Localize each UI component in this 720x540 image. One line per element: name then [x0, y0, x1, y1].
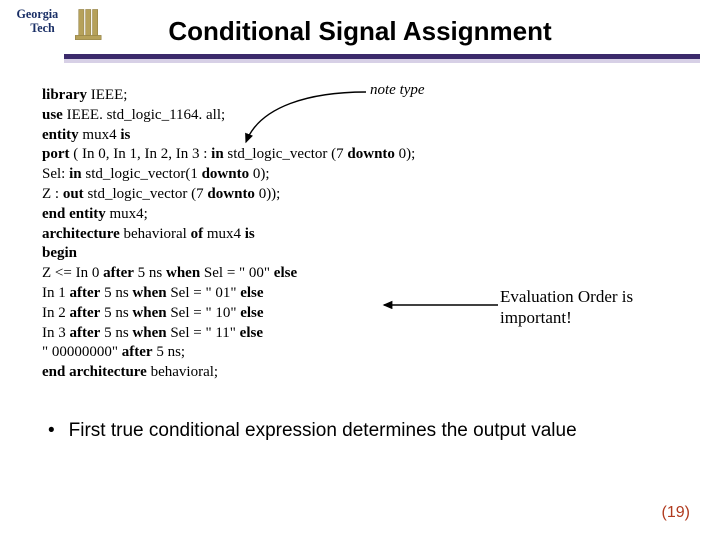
slide: { "logo": { "line1": "Georgia", "line2":… — [0, 0, 720, 540]
code-line: Sel: in std_logic_vector(1 downto 0); — [42, 165, 682, 185]
code-line: end architecture behavioral; — [42, 363, 682, 383]
code-line: library IEEE; — [42, 86, 682, 106]
code-line: begin — [42, 244, 682, 264]
bullet-dot: • — [48, 420, 55, 443]
code-line: Z <= In 0 after 5 ns when Sel = " 00" el… — [42, 264, 682, 284]
code-line: use IEEE. std_logic_1164. all; — [42, 106, 682, 126]
code-line: port ( In 0, In 1, In 2, In 3 : in std_l… — [42, 145, 682, 165]
code-line: architecture behavioral of mux4 is — [42, 225, 682, 245]
code-block: library IEEE; use IEEE. std_logic_1164. … — [42, 86, 682, 383]
bullet-point: • First true conditional expression dete… — [48, 420, 688, 443]
slide-title: Conditional Signal Assignment — [0, 16, 720, 47]
code-line: " 00000000" after 5 ns; — [42, 343, 682, 363]
page-number: (19) — [662, 504, 690, 522]
code-line: end entity mux4; — [42, 205, 682, 225]
annotation-eval-order: Evaluation Order is important! — [500, 286, 633, 329]
annotation-eval-line1: Evaluation Order is — [500, 286, 633, 307]
annotation-eval-line2: important! — [500, 307, 633, 328]
code-line: Z : out std_logic_vector (7 downto 0)); — [42, 185, 682, 205]
title-rule — [64, 54, 700, 59]
bullet-text: First true conditional expression determ… — [69, 420, 577, 442]
code-line: entity mux4 is — [42, 126, 682, 146]
